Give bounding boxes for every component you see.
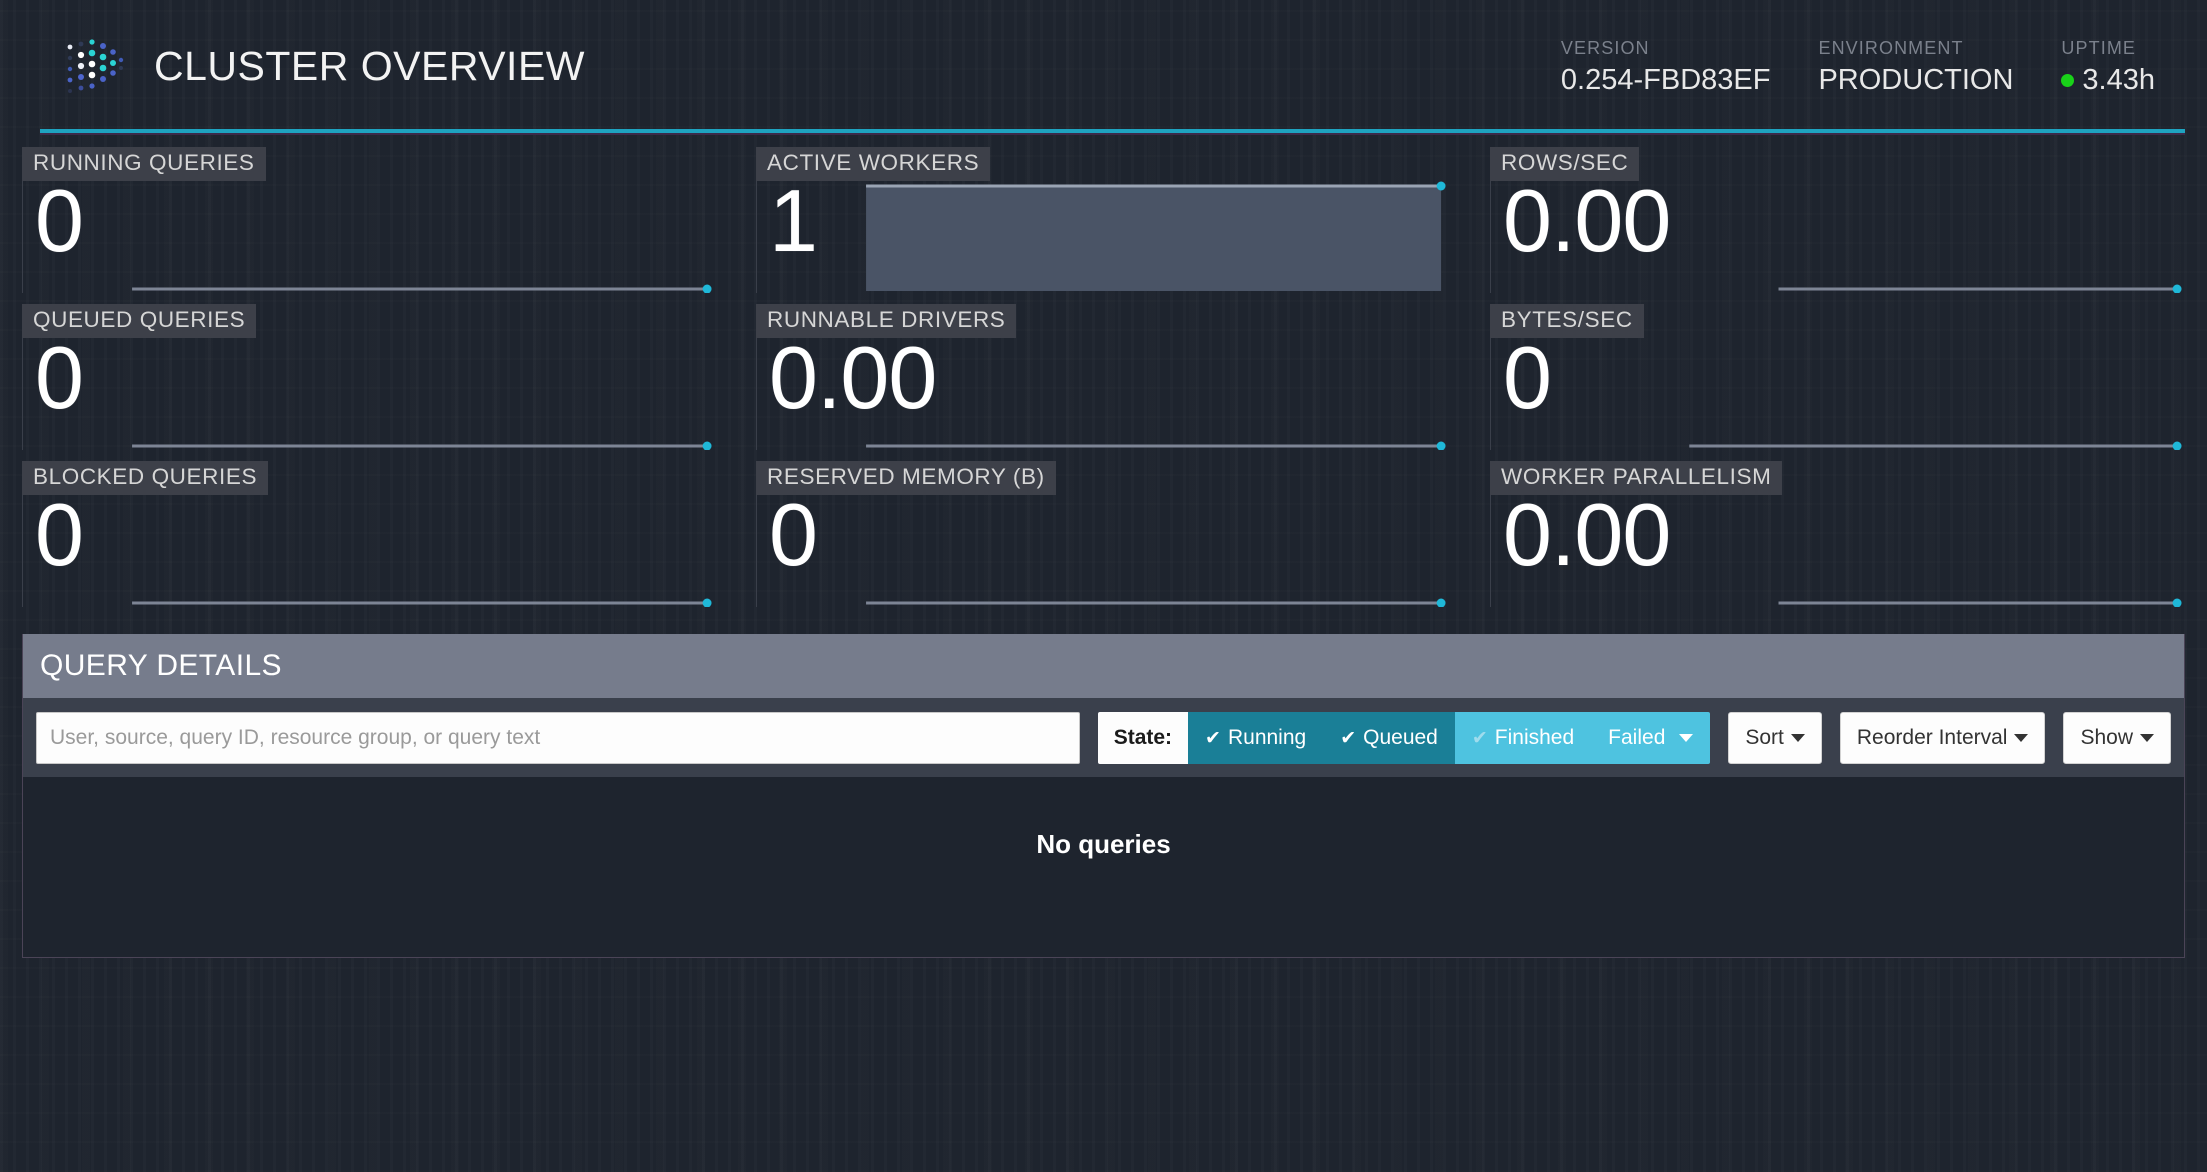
state-filter-finished-label: Finished xyxy=(1495,726,1574,750)
sparkline-flat xyxy=(757,495,1451,607)
metric-label: BYTES/SEC xyxy=(1490,304,1644,338)
uptime-label: UPTIME xyxy=(2061,38,2136,59)
state-filter-label: State: xyxy=(1098,712,1188,764)
metric-body: 0 xyxy=(22,181,717,293)
metric-label: RUNNING QUERIES xyxy=(22,147,266,181)
metric-card-rows-per-sec: ROWS/SEC 0.00 xyxy=(1490,147,2185,304)
check-icon: ✔ xyxy=(1472,729,1488,748)
metric-card-blocked-queries: BLOCKED QUERIES 0 xyxy=(22,461,717,618)
header-stat-version: VERSION 0.254-FBD83EF xyxy=(1561,38,1819,95)
metric-value: 0 xyxy=(1503,334,1551,422)
chevron-down-icon xyxy=(1679,734,1693,742)
metric-label: WORKER PARALLELISM xyxy=(1490,461,1782,495)
query-details-toolbar: State: ✔ Running ✔ Queued ✔ Finished Fai… xyxy=(23,698,2184,777)
metric-value: 0 xyxy=(35,334,83,422)
chevron-down-icon xyxy=(2014,734,2028,742)
state-filter-running[interactable]: ✔ Running xyxy=(1188,712,1323,764)
query-details-header: QUERY DETAILS xyxy=(23,634,2184,698)
sparkline-flat xyxy=(1491,338,2185,450)
metric-label: RESERVED MEMORY (B) xyxy=(756,461,1056,495)
environment-value: PRODUCTION xyxy=(1818,65,2013,95)
query-details-title: QUERY DETAILS xyxy=(40,649,282,683)
metric-card-reserved-memory: RESERVED MEMORY (B) 0 xyxy=(756,461,1451,618)
check-icon: ✔ xyxy=(1205,729,1221,748)
metric-value: 1 xyxy=(769,177,817,265)
search-input[interactable] xyxy=(36,712,1080,764)
state-filter-queued[interactable]: ✔ Queued xyxy=(1323,712,1455,764)
metric-card-runnable-drivers: RUNNABLE DRIVERS 0.00 xyxy=(756,304,1451,461)
brand: CLUSTER OVERVIEW xyxy=(60,33,585,101)
sparkline-filled xyxy=(757,181,1451,293)
reorder-interval-button[interactable]: Reorder Interval xyxy=(1840,712,2046,764)
chevron-down-icon xyxy=(1791,734,1805,742)
metric-label: RUNNABLE DRIVERS xyxy=(756,304,1016,338)
header-stat-environment: ENVIRONMENT PRODUCTION xyxy=(1818,38,2061,95)
state-filter-failed-label: Failed xyxy=(1608,726,1665,750)
uptime-value-wrap: 3.43h xyxy=(2061,65,2155,95)
reorder-interval-button-label: Reorder Interval xyxy=(1857,726,2008,750)
metrics-grid: RUNNING QUERIES 0 QUEUED QUERIES xyxy=(22,133,2185,618)
state-filter-failed[interactable]: Failed xyxy=(1591,712,1710,764)
metric-label: ROWS/SEC xyxy=(1490,147,1639,181)
header-stats: VERSION 0.254-FBD83EF ENVIRONMENT PRODUC… xyxy=(1561,38,2165,95)
state-filter-group: State: ✔ Running ✔ Queued ✔ Finished Fai… xyxy=(1098,712,1711,764)
metric-body: 0.00 xyxy=(756,338,1451,450)
metric-body: 0 xyxy=(1490,338,2185,450)
header-stat-uptime: UPTIME 3.43h xyxy=(2061,38,2155,95)
metric-body: 0.00 xyxy=(1490,181,2185,293)
metric-card-active-workers: ACTIVE WORKERS 1 xyxy=(756,147,1451,304)
trino-dot-matrix-logo-icon xyxy=(60,33,128,101)
metric-card-running-queries: RUNNING QUERIES 0 xyxy=(22,147,717,304)
query-details-panel: QUERY DETAILS State: ✔ Running ✔ Queued … xyxy=(22,634,2185,958)
metrics-column-2: ACTIVE WORKERS 1 RUNNABLE DRIVERS xyxy=(756,147,1451,618)
metrics-column-1: RUNNING QUERIES 0 QUEUED QUERIES xyxy=(22,147,717,618)
dashboard-page: CLUSTER OVERVIEW VERSION 0.254-FBD83EF E… xyxy=(0,0,2207,1172)
environment-label: ENVIRONMENT xyxy=(1818,38,1963,59)
state-filter-queued-label: Queued xyxy=(1363,726,1438,750)
chevron-down-icon xyxy=(2140,734,2154,742)
metric-body: 0 xyxy=(22,338,717,450)
sparkline-flat xyxy=(23,495,717,607)
state-filter-running-label: Running xyxy=(1228,726,1306,750)
metric-label: ACTIVE WORKERS xyxy=(756,147,990,181)
metric-label: QUEUED QUERIES xyxy=(22,304,256,338)
page-title: CLUSTER OVERVIEW xyxy=(154,43,585,90)
metric-card-worker-parallelism: WORKER PARALLELISM 0.00 xyxy=(1490,461,2185,618)
check-icon: ✔ xyxy=(1340,729,1356,748)
app-header: CLUSTER OVERVIEW VERSION 0.254-FBD83EF E… xyxy=(22,0,2185,133)
metric-body: 0 xyxy=(22,495,717,607)
metric-body: 0 xyxy=(756,495,1451,607)
query-list-area: No queries xyxy=(23,777,2184,957)
metric-body: 0.00 xyxy=(1490,495,2185,607)
metrics-column-3: ROWS/SEC 0.00 BYTES/SEC xyxy=(1490,147,2185,618)
empty-state-message: No queries xyxy=(1036,829,1170,860)
sparkline-flat xyxy=(23,181,717,293)
show-button-label: Show xyxy=(2080,726,2133,750)
sort-button[interactable]: Sort xyxy=(1728,712,1822,764)
header-divider xyxy=(40,129,2185,133)
metric-value: 0.00 xyxy=(769,334,936,422)
sparkline-flat xyxy=(23,338,717,450)
metric-body: 1 xyxy=(756,181,1451,293)
metric-value: 0 xyxy=(35,491,83,579)
metric-card-queued-queries: QUEUED QUERIES 0 xyxy=(22,304,717,461)
version-label: VERSION xyxy=(1561,38,1650,59)
show-button[interactable]: Show xyxy=(2063,712,2171,764)
state-filter-finished[interactable]: ✔ Finished xyxy=(1455,712,1591,764)
metric-label: BLOCKED QUERIES xyxy=(22,461,268,495)
uptime-value: 3.43h xyxy=(2082,65,2155,95)
version-value: 0.254-FBD83EF xyxy=(1561,65,1771,95)
metric-value: 0.00 xyxy=(1503,177,1670,265)
sort-button-label: Sort xyxy=(1745,726,1784,750)
metric-value: 0.00 xyxy=(1503,491,1670,579)
metric-value: 0 xyxy=(769,491,817,579)
metric-card-bytes-per-sec: BYTES/SEC 0 xyxy=(1490,304,2185,461)
status-dot-icon xyxy=(2061,74,2074,87)
metric-value: 0 xyxy=(35,177,83,265)
